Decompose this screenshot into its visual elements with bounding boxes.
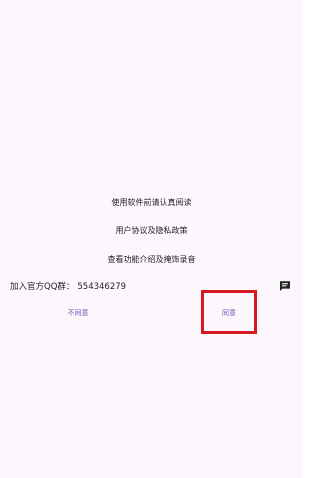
qq-group-number: 554346279 (77, 282, 127, 292)
edge-strip (303, 0, 309, 478)
disagree-button[interactable]: 不同意 (58, 308, 98, 318)
qq-group-label: 加入官方QQ群： (10, 282, 75, 292)
qq-group-row: 加入官方QQ群： 554346279 (10, 282, 126, 292)
privacy-policy-link[interactable]: 用户协议及隐私政策 (0, 226, 303, 236)
agree-button[interactable]: 同意 (215, 308, 243, 318)
features-link[interactable]: 查看功能介绍及掩饰录音 (0, 255, 303, 265)
message-icon[interactable] (279, 280, 291, 292)
dialog-screen: 使用软件前请认真阅读 用户协议及隐私政策 查看功能介绍及掩饰录音 加入官方QQ群… (0, 0, 303, 478)
read-notice-text: 使用软件前请认真阅读 (111, 198, 192, 207)
